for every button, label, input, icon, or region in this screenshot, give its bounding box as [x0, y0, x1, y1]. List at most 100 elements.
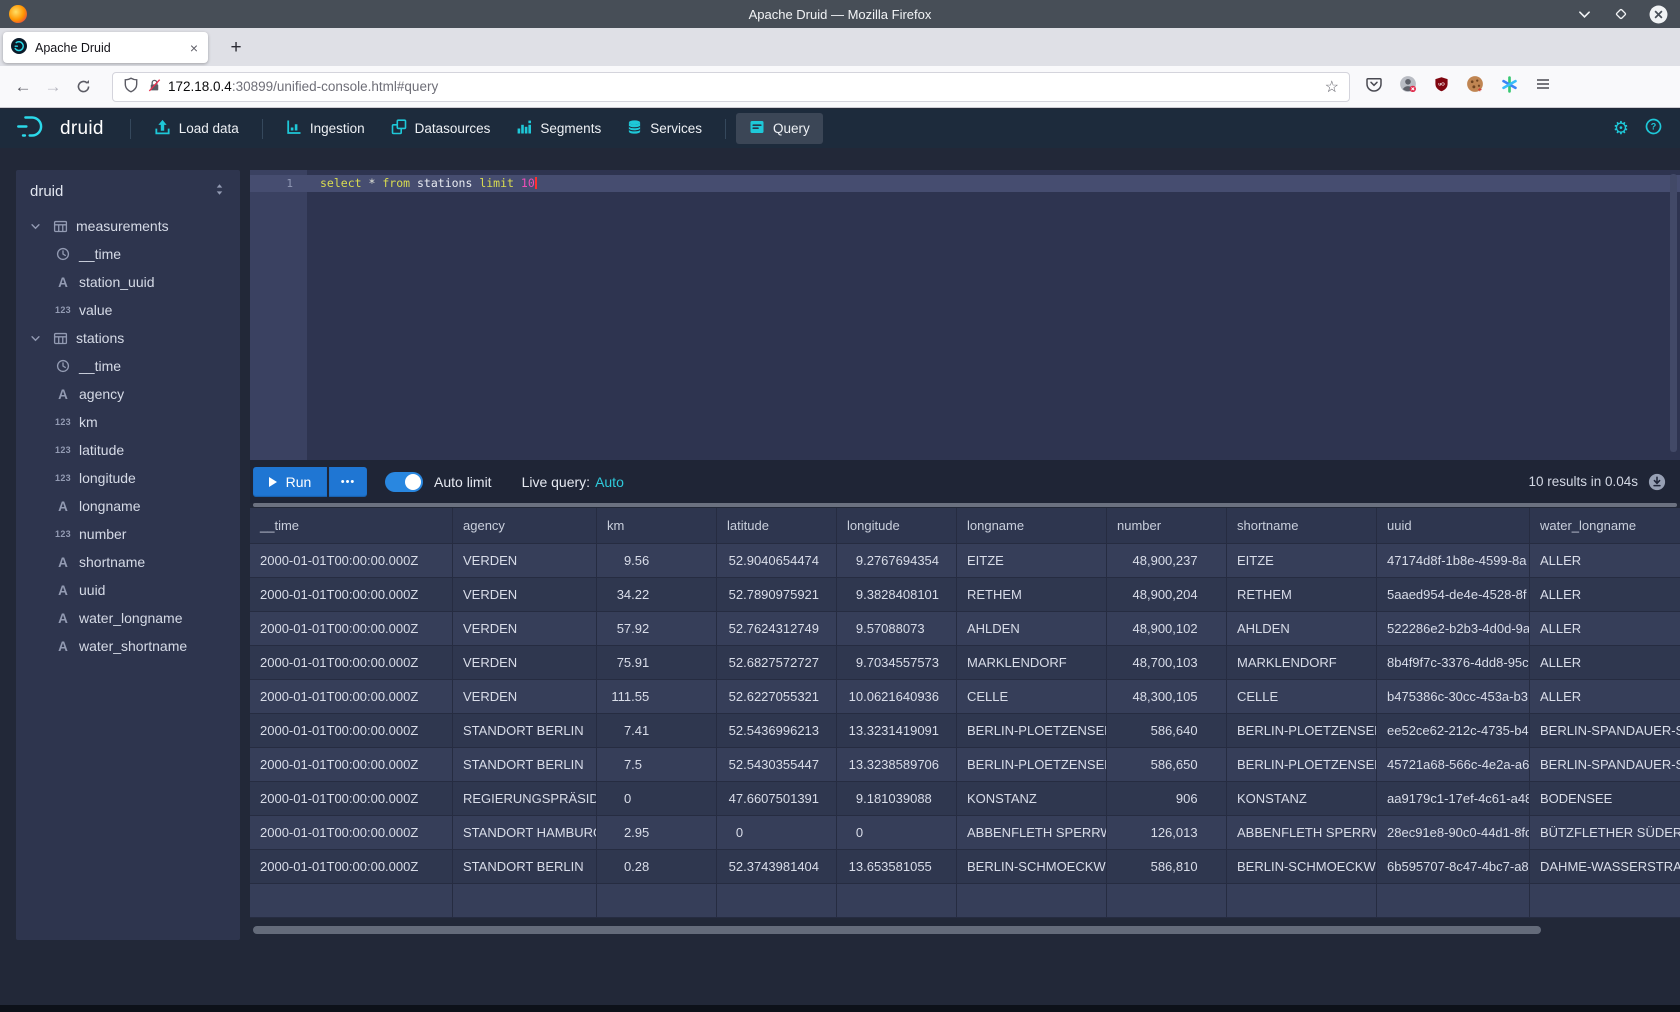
cell-latitude[interactable]: 52.6227055321	[717, 680, 837, 713]
cell-__time[interactable]: 2000-01-01T00:00:00.000Z	[250, 816, 453, 849]
run-button[interactable]: Run	[253, 467, 327, 497]
cell-agency[interactable]: VERDEN	[453, 680, 597, 713]
column-header-km[interactable]: km	[597, 508, 717, 543]
cell-longitude[interactable]: 13.3238589706	[837, 748, 957, 781]
sidebar-column-value[interactable]: 123value	[16, 296, 240, 324]
column-header-latitude[interactable]: latitude	[717, 508, 837, 543]
cell-__time[interactable]: 2000-01-01T00:00:00.000Z	[250, 850, 453, 883]
sidebar-table-stations[interactable]: stations	[16, 324, 240, 352]
column-header-uuid[interactable]: uuid	[1377, 508, 1530, 543]
cell-water_longname[interactable]: ALLER	[1530, 646, 1680, 679]
cell-water_longname[interactable]: BERLIN-SPANDAUER-S	[1530, 748, 1680, 781]
cell-longitude[interactable]	[837, 884, 957, 917]
sidebar-column-station_uuid[interactable]: Astation_uuid	[16, 268, 240, 296]
cell-longname[interactable]: MARKLENDORF	[957, 646, 1107, 679]
cell-number[interactable]: 126,013	[1107, 816, 1227, 849]
cell-km[interactable]: 0.28	[597, 850, 717, 883]
new-tab-button[interactable]: +	[222, 34, 250, 62]
column-header-longitude[interactable]: longitude	[837, 508, 957, 543]
cell-agency[interactable]	[453, 884, 597, 917]
editor-code-line[interactable]: select * from stations limit 10	[320, 175, 537, 192]
sidebar-column-__time[interactable]: __time	[16, 352, 240, 380]
cell-agency[interactable]: VERDEN	[453, 612, 597, 645]
cell-uuid[interactable]	[1377, 884, 1530, 917]
cell-km[interactable]: 9.56	[597, 544, 717, 577]
cell-water_longname[interactable]: ALLER	[1530, 544, 1680, 577]
sidebar-column-number[interactable]: 123number	[16, 520, 240, 548]
cell-latitude[interactable]: 52.5436996213	[717, 714, 837, 747]
cell-water_longname[interactable]: ALLER	[1530, 680, 1680, 713]
window-close-button[interactable]	[1648, 4, 1668, 24]
cell-uuid[interactable]: 5aaed954-de4e-4528-8f	[1377, 578, 1530, 611]
sidebar-column-km[interactable]: 123km	[16, 408, 240, 436]
column-header-water_longname[interactable]: water_longname	[1530, 508, 1680, 543]
cell-latitude[interactable]	[717, 884, 837, 917]
cell-longname[interactable]: CELLE	[957, 680, 1107, 713]
cell-__time[interactable]: 2000-01-01T00:00:00.000Z	[250, 544, 453, 577]
cell-km[interactable]: 111.55	[597, 680, 717, 713]
cell-uuid[interactable]: 522286e2-b2b3-4d0d-9a	[1377, 612, 1530, 645]
nav-item-load-data[interactable]: Load data	[141, 113, 252, 145]
cell-longname[interactable]: BERLIN-SCHMOECKWITZ	[957, 850, 1107, 883]
chevron-down-icon[interactable]	[26, 221, 44, 232]
cell-longitude[interactable]: 0	[837, 816, 957, 849]
cell-latitude[interactable]: 52.6827572727	[717, 646, 837, 679]
help-icon[interactable]: ?	[1645, 118, 1662, 140]
cell-longitude[interactable]: 13.3231419091	[837, 714, 957, 747]
sidebar-table-measurements[interactable]: measurements	[16, 212, 240, 240]
cell-shortname[interactable]: BERLIN-PLOETZENSEE C	[1227, 714, 1377, 747]
column-header-longname[interactable]: longname	[957, 508, 1107, 543]
sidebar-column-longname[interactable]: Alongname	[16, 492, 240, 520]
ublock-icon[interactable]: uO	[1434, 76, 1449, 97]
cell-uuid[interactable]: 28ec91e8-90c0-44d1-8fc	[1377, 816, 1530, 849]
account-extension-icon[interactable]	[1399, 75, 1417, 98]
cell-km[interactable]: 7.41	[597, 714, 717, 747]
cell-km[interactable]: 2.95	[597, 816, 717, 849]
back-button[interactable]: ←	[8, 72, 38, 102]
cell-number[interactable]: 48,300,105	[1107, 680, 1227, 713]
cell-water_longname[interactable]: ALLER	[1530, 578, 1680, 611]
lock-slash-icon[interactable]	[147, 78, 162, 96]
cell-latitude[interactable]: 52.7624312749	[717, 612, 837, 645]
pocket-icon[interactable]	[1366, 76, 1382, 97]
sidebar-column-water_shortname[interactable]: Awater_shortname	[16, 632, 240, 660]
sidebar-column-__time[interactable]: __time	[16, 240, 240, 268]
cell-shortname[interactable]	[1227, 884, 1377, 917]
url-field[interactable]: 172.18.0.4:30899/unified-console.html#qu…	[112, 72, 1350, 102]
cell-longitude[interactable]: 9.2767694354	[837, 544, 957, 577]
cell-water_longname[interactable]: BERLIN-SPANDAUER-S	[1530, 714, 1680, 747]
tab-close-icon[interactable]: ×	[188, 40, 200, 56]
nav-item-services[interactable]: Services	[614, 113, 715, 144]
gear-icon[interactable]: ⚙	[1613, 120, 1629, 138]
cell-latitude[interactable]: 52.3743981404	[717, 850, 837, 883]
cell-shortname[interactable]: BERLIN-PLOETZENSEE U	[1227, 748, 1377, 781]
cell-__time[interactable]	[250, 884, 453, 917]
sidebar-column-uuid[interactable]: Auuid	[16, 576, 240, 604]
cell-longitude[interactable]: 9.7034557573	[837, 646, 957, 679]
cell-km[interactable]	[597, 884, 717, 917]
column-header-__time[interactable]: __time	[250, 508, 453, 543]
cell-shortname[interactable]: MARKLENDORF	[1227, 646, 1377, 679]
sidebar-column-shortname[interactable]: Ashortname	[16, 548, 240, 576]
cookie-extension-icon[interactable]	[1466, 75, 1484, 98]
cell-water_longname[interactable]	[1530, 884, 1680, 917]
reload-button[interactable]	[68, 72, 98, 102]
cell-km[interactable]: 7.5	[597, 748, 717, 781]
druid-brand[interactable]: druid	[0, 114, 120, 144]
window-maximize-button[interactable]	[1611, 4, 1631, 24]
cell-km[interactable]: 57.92	[597, 612, 717, 645]
cell-longname[interactable]	[957, 884, 1107, 917]
cell-__time[interactable]: 2000-01-01T00:00:00.000Z	[250, 680, 453, 713]
cell-km[interactable]: 75.91	[597, 646, 717, 679]
cell-agency[interactable]: REGIERUNGSPRÄSIDIUM	[453, 782, 597, 815]
cell-number[interactable]: 586,810	[1107, 850, 1227, 883]
shield-icon[interactable]	[123, 77, 139, 96]
download-icon[interactable]	[1648, 473, 1666, 491]
menu-hamburger-icon[interactable]	[1535, 76, 1551, 97]
cell-agency[interactable]: VERDEN	[453, 544, 597, 577]
nav-item-ingestion[interactable]: Ingestion	[273, 113, 378, 144]
cell-longitude[interactable]: 9.57088073	[837, 612, 957, 645]
column-header-agency[interactable]: agency	[453, 508, 597, 543]
cell-latitude[interactable]: 0	[717, 816, 837, 849]
window-minimize-button[interactable]	[1574, 4, 1594, 24]
